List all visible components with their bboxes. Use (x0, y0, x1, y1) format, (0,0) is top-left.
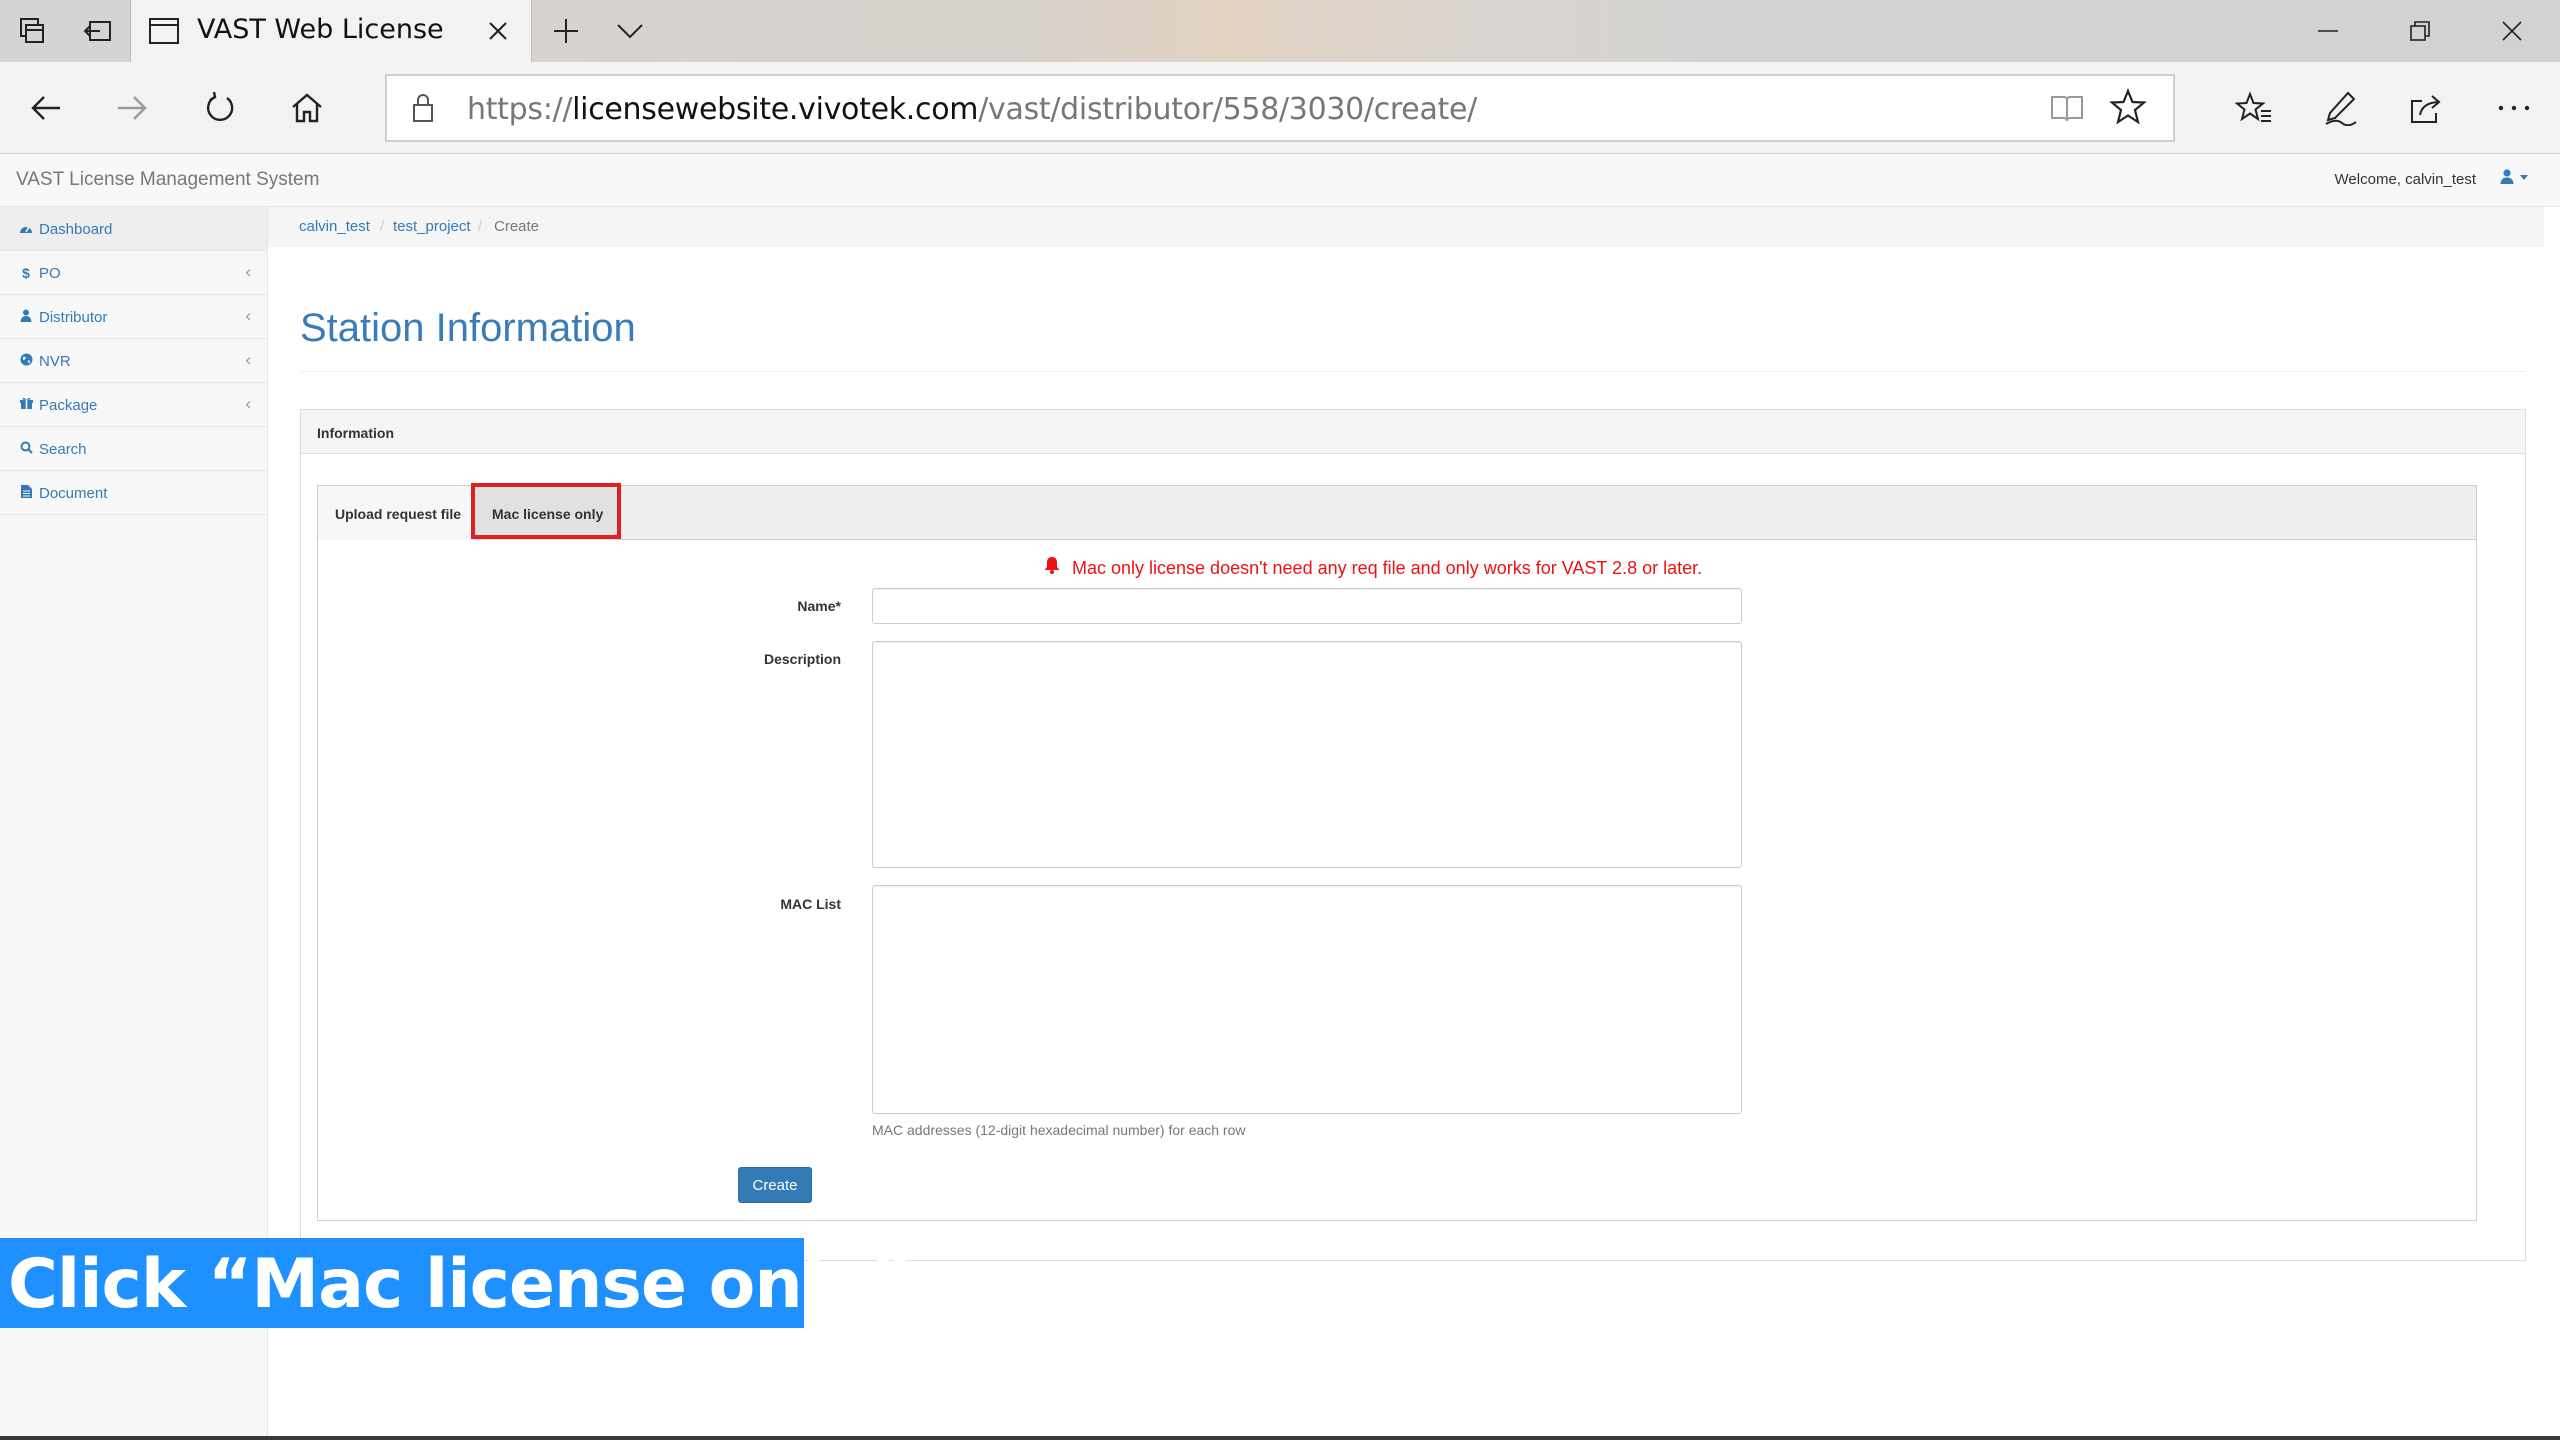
search-icon (18, 441, 34, 457)
warning-text: Mac only license doesn't need any req fi… (1072, 558, 1703, 578)
lock-icon (413, 94, 433, 122)
bottom-border (0, 1436, 2560, 1440)
browser-tab-bar: VAST Web License - VIV (0, 0, 2560, 62)
sidebar-item-dashboard[interactable]: Dashboard (0, 207, 267, 251)
share-icon[interactable] (2394, 76, 2458, 140)
dashboard-icon (18, 221, 34, 237)
tab-list-chevron-down-icon[interactable] (598, 0, 662, 62)
breadcrumb-link-user[interactable]: calvin_test (299, 218, 370, 235)
restore-icon[interactable] (2374, 0, 2466, 62)
url-host: licensewebsite.vivotek.com (572, 92, 979, 127)
refresh-icon[interactable] (188, 76, 252, 140)
gift-icon (18, 397, 34, 413)
sidebar-item-package[interactable]: Package ‹ (0, 383, 267, 427)
panel-heading: Information (301, 410, 2525, 454)
address-bar[interactable]: https://licensewebsite.vivotek.com/vast/… (385, 74, 2175, 142)
url-scheme: https:// (467, 92, 573, 127)
sidebar-item-label: Package (39, 397, 98, 414)
close-window-icon[interactable] (2466, 0, 2558, 62)
welcome-text: Welcome, calvin_test (2334, 171, 2476, 188)
home-icon[interactable] (275, 76, 339, 140)
chevron-left-icon: ‹ (245, 262, 251, 281)
tutorial-caption: Click “Mac license only” (0, 1238, 912, 1328)
breadcrumb-link-project[interactable]: test_project (393, 218, 471, 235)
sidebar-item-label: Distributor (39, 309, 108, 326)
sidebar-item-distributor[interactable]: Distributor ‹ (0, 295, 267, 339)
chevron-left-icon: ‹ (245, 394, 251, 413)
dollar-icon: $ (22, 265, 30, 281)
mac-list-label: MAC List (780, 896, 841, 912)
tab-label: Upload request file (335, 506, 462, 522)
tab-strip: Upload request file Mac license only (318, 486, 2476, 540)
chevron-left-icon: ‹ (245, 350, 251, 369)
sidebar-item-label: Document (39, 485, 108, 502)
chevron-left-icon: ‹ (245, 306, 251, 325)
reading-view-icon[interactable] (2049, 90, 2085, 126)
pen-notes-icon[interactable] (2308, 76, 2372, 140)
sidebar-item-nvr[interactable]: NVR ‹ (0, 339, 267, 383)
highlight-annotation-box (471, 483, 621, 539)
url-path: /vast/distributor/558/3030/create/ (978, 92, 1477, 127)
create-button[interactable]: Create (738, 1167, 812, 1203)
minimize-icon[interactable] (2282, 0, 2374, 62)
divider (300, 371, 2526, 372)
sidebar-item-label: Dashboard (39, 221, 113, 238)
tab-title: VAST Web License - VIV (197, 14, 447, 45)
forward-arrow-icon[interactable] (100, 76, 164, 140)
page-icon (149, 18, 179, 44)
description-label: Description (763, 651, 841, 667)
more-options-icon[interactable] (2482, 76, 2546, 140)
caption-text: Click “Mac license only” (8, 1245, 912, 1324)
sidebar-item-po[interactable]: $ PO ‹ (0, 251, 267, 295)
sidebar-item-label: PO (39, 265, 61, 282)
breadcrumb-separator: / (380, 218, 385, 235)
globe-icon (18, 353, 34, 369)
tab-upload-request-file[interactable]: Upload request file (318, 486, 473, 540)
mac-list-help-text: MAC addresses (12-digit hexadecimal numb… (872, 1122, 1246, 1138)
favorite-star-icon[interactable] (2109, 88, 2147, 126)
breadcrumb-separator: / (478, 218, 483, 235)
brand-title[interactable]: VAST License Management System (16, 169, 319, 191)
sidebar-item-document[interactable]: Document (0, 471, 267, 515)
tab-actions-icon[interactable] (0, 0, 64, 62)
page-title: Station Information (300, 306, 636, 350)
new-tab-icon[interactable] (534, 0, 598, 62)
user-menu-toggle[interactable] (2500, 169, 2530, 189)
document-icon (18, 485, 34, 501)
back-arrow-icon[interactable] (14, 76, 78, 140)
user-icon (18, 309, 34, 325)
sidebar-item-search[interactable]: Search (0, 427, 267, 471)
description-field[interactable] (872, 641, 1742, 868)
app-header: VAST License Management System Welcome, … (0, 155, 2560, 207)
sidebar-item-label: Search (39, 441, 87, 458)
breadcrumb: calvin_test / test_project / Create (268, 207, 2544, 247)
bell-icon (1044, 556, 1062, 579)
panel-heading-label: Information (317, 425, 394, 441)
browser-nav-bar: https://licensewebsite.vivotek.com/vast/… (0, 62, 2560, 154)
sidebar-item-label: NVR (39, 353, 71, 370)
warning-message: Mac only license doesn't need any req fi… (1044, 556, 1702, 579)
user-icon (2500, 169, 2528, 184)
close-tab-icon[interactable] (466, 0, 530, 62)
name-label: Name* (797, 598, 841, 614)
breadcrumb-current: Create (494, 218, 540, 235)
mac-list-field[interactable] (872, 885, 1742, 1114)
name-field[interactable] (872, 588, 1742, 624)
favorites-list-icon[interactable] (2222, 76, 2286, 140)
set-aside-tabs-icon[interactable] (66, 0, 130, 62)
url-text: https://licensewebsite.vivotek.com/vast/… (467, 92, 1477, 127)
